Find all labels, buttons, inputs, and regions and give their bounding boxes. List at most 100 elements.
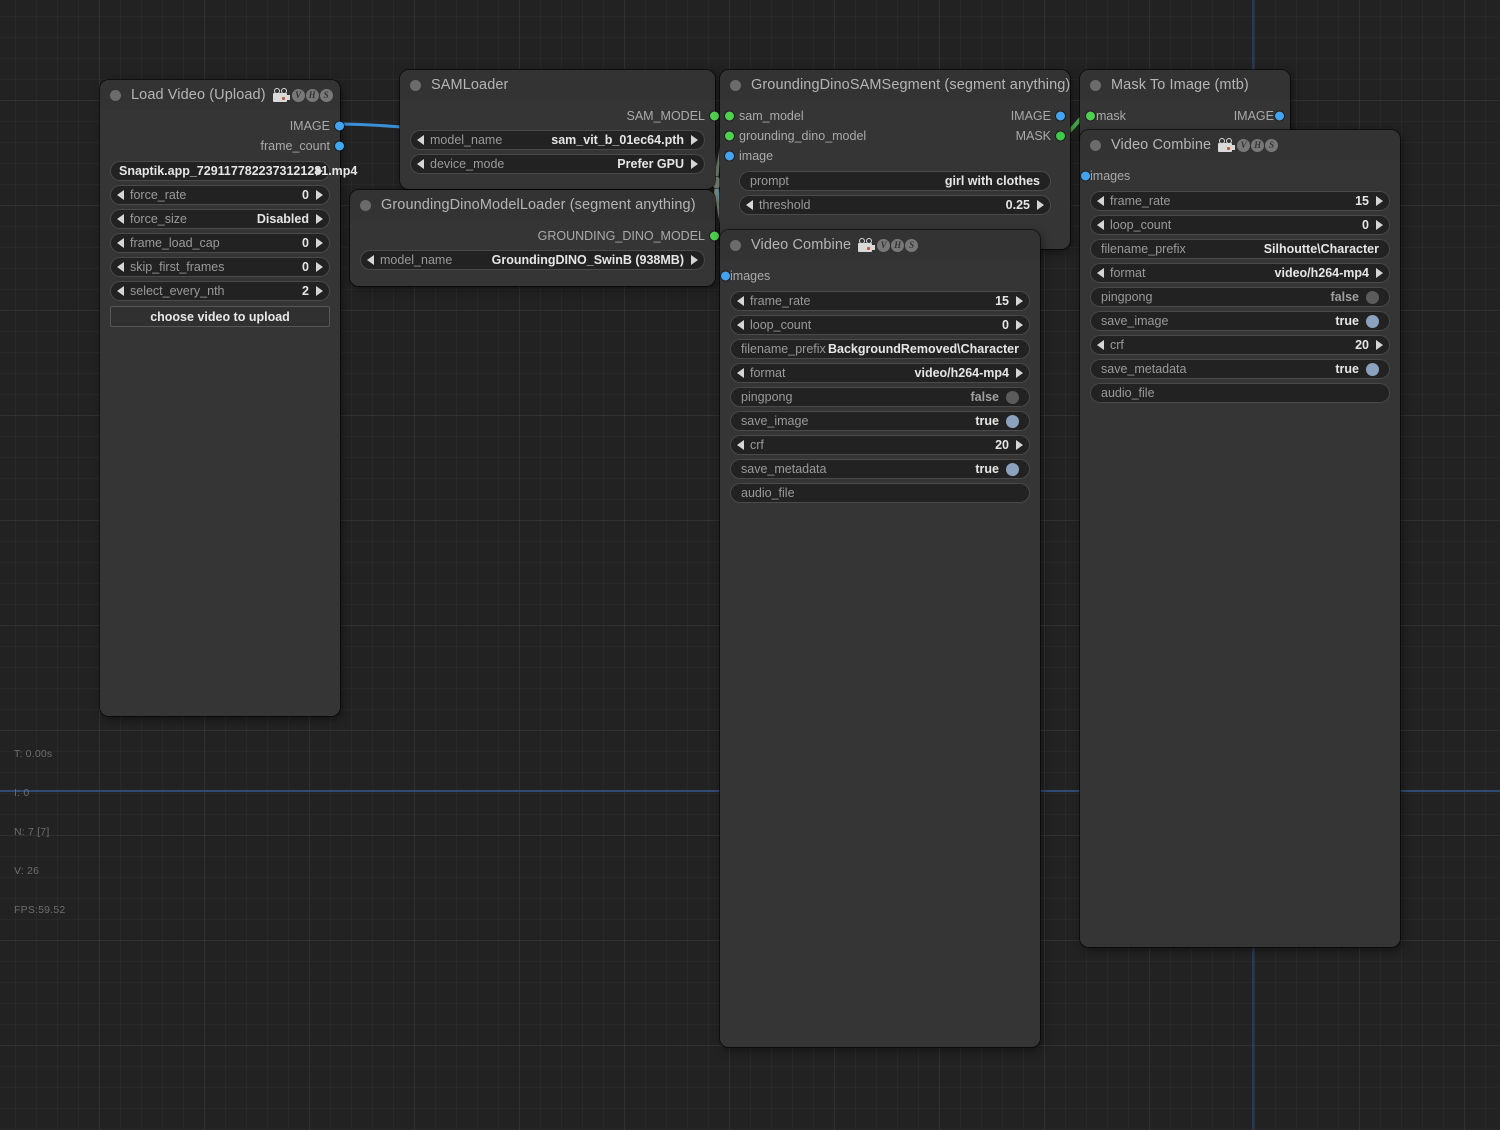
chevron-left-icon[interactable] bbox=[117, 190, 124, 200]
widget-crf[interactable]: crf 20 bbox=[730, 435, 1030, 455]
input-port-grounding-dino-model[interactable] bbox=[725, 132, 734, 141]
node-collapse-dot[interactable] bbox=[730, 240, 741, 251]
widget-save-metadata[interactable]: save_metadata true bbox=[1090, 359, 1390, 379]
chevron-right-icon[interactable] bbox=[1016, 320, 1023, 330]
node-video-combine-background-removed[interactable]: Video Combine V H S images frame_rate 15 bbox=[720, 230, 1040, 1047]
widget-format[interactable]: format video/h264-mp4 bbox=[1090, 263, 1390, 283]
node-title-bar-sam-loader[interactable]: SAMLoader bbox=[400, 70, 715, 100]
output-slot-sam-model[interactable]: SAM_MODEL bbox=[410, 106, 705, 126]
widget-skip-first-frames[interactable]: skip_first_frames 0 bbox=[110, 257, 330, 277]
output-port-image[interactable] bbox=[335, 122, 344, 131]
chevron-right-icon[interactable] bbox=[691, 135, 698, 145]
chevron-right-icon[interactable] bbox=[691, 159, 698, 169]
output-port-mask[interactable] bbox=[1056, 132, 1065, 141]
chevron-right-icon[interactable] bbox=[1016, 296, 1023, 306]
chevron-right-icon[interactable] bbox=[1016, 440, 1023, 450]
output-slot-image[interactable]: IMAGE bbox=[110, 116, 330, 136]
widget-select-every-nth[interactable]: select_every_nth 2 bbox=[110, 281, 330, 301]
widget-format[interactable]: format video/h264-mp4 bbox=[730, 363, 1030, 383]
node-title-bar-dino-loader[interactable]: GroundingDinoModelLoader (segment anythi… bbox=[350, 190, 715, 220]
node-sam-loader[interactable]: SAMLoader SAM_MODEL model_name sam_vit_b… bbox=[400, 70, 715, 189]
chevron-left-icon[interactable] bbox=[1097, 268, 1104, 278]
widget-force-rate[interactable]: force_rate 0 bbox=[110, 185, 330, 205]
widget-loop-count[interactable]: loop_count 0 bbox=[1090, 215, 1390, 235]
output-port-image[interactable] bbox=[1056, 112, 1065, 121]
output-port-image[interactable] bbox=[1275, 112, 1284, 121]
chevron-left-icon[interactable] bbox=[737, 296, 744, 306]
widget-audio-file[interactable]: audio_file bbox=[730, 483, 1030, 503]
chevron-right-icon[interactable] bbox=[1376, 340, 1383, 350]
input-port-images[interactable] bbox=[721, 272, 730, 281]
node-video-combine-silhouette[interactable]: Video Combine V H S images frame_rate 15 bbox=[1080, 130, 1400, 947]
output-port-sam-model[interactable] bbox=[710, 112, 719, 121]
node-collapse-dot[interactable] bbox=[360, 200, 371, 211]
toggle-icon-on[interactable] bbox=[1006, 415, 1019, 428]
chevron-left-icon[interactable] bbox=[737, 440, 744, 450]
chevron-right-icon[interactable] bbox=[1037, 200, 1044, 210]
node-collapse-dot[interactable] bbox=[110, 90, 121, 101]
widget-crf[interactable]: crf 20 bbox=[1090, 335, 1390, 355]
toggle-icon-on[interactable] bbox=[1006, 463, 1019, 476]
chevron-left-icon[interactable] bbox=[1097, 340, 1104, 350]
node-title-bar-video-combine-1[interactable]: Video Combine V H S bbox=[720, 230, 1040, 260]
chevron-left-icon[interactable] bbox=[417, 135, 424, 145]
toggle-icon-off[interactable] bbox=[1366, 291, 1379, 304]
chevron-right-icon[interactable] bbox=[316, 190, 323, 200]
chevron-right-icon[interactable] bbox=[316, 262, 323, 272]
chevron-right-icon[interactable] bbox=[691, 255, 698, 265]
node-title-bar-video-combine-2[interactable]: Video Combine V H S bbox=[1080, 130, 1400, 160]
output-port-frame-count[interactable] bbox=[335, 142, 344, 151]
chevron-right-icon[interactable] bbox=[1376, 196, 1383, 206]
widget-loop-count[interactable]: loop_count 0 bbox=[730, 315, 1030, 335]
toggle-icon-on[interactable] bbox=[1366, 315, 1379, 328]
node-title-bar-mask-to-image[interactable]: Mask To Image (mtb) bbox=[1080, 70, 1290, 100]
widget-save-metadata[interactable]: save_metadata true bbox=[730, 459, 1030, 479]
chevron-left-icon[interactable] bbox=[117, 262, 124, 272]
chevron-left-icon[interactable] bbox=[1097, 196, 1104, 206]
node-collapse-dot[interactable] bbox=[1090, 80, 1101, 91]
node-grounding-dino-model-loader[interactable]: GroundingDinoModelLoader (segment anythi… bbox=[350, 190, 715, 286]
node-load-video-upload[interactable]: Load Video (Upload) V H S IMAGE frame_co… bbox=[100, 80, 340, 716]
chevron-left-icon[interactable] bbox=[737, 320, 744, 330]
output-port-grounding-dino-model[interactable] bbox=[710, 232, 719, 241]
widget-filename-prefix[interactable]: filename_prefix Silhoutte\Character bbox=[1090, 239, 1390, 259]
chevron-left-icon[interactable] bbox=[117, 238, 124, 248]
choose-video-to-upload-button[interactable]: choose video to upload bbox=[110, 306, 330, 327]
widget-video-file[interactable]: Snaptik.app_7291177822373121281.mp4 bbox=[110, 161, 330, 181]
chevron-right-icon[interactable] bbox=[1376, 220, 1383, 230]
widget-frame-rate[interactable]: frame_rate 15 bbox=[1090, 191, 1390, 211]
node-title-bar-load-video[interactable]: Load Video (Upload) V H S bbox=[100, 80, 340, 110]
chevron-left-icon[interactable] bbox=[117, 286, 124, 296]
input-port-images[interactable] bbox=[1081, 172, 1090, 181]
chevron-right-icon[interactable] bbox=[316, 286, 323, 296]
widget-frame-rate[interactable]: frame_rate 15 bbox=[730, 291, 1030, 311]
node-graph-canvas[interactable]: Load Video (Upload) V H S IMAGE frame_co… bbox=[0, 0, 1500, 1130]
widget-threshold[interactable]: threshold 0.25 bbox=[739, 195, 1051, 215]
node-collapse-dot[interactable] bbox=[1090, 140, 1101, 151]
node-collapse-dot[interactable] bbox=[410, 80, 421, 91]
widget-prompt[interactable]: prompt girl with clothes bbox=[739, 171, 1051, 191]
toggle-icon-off[interactable] bbox=[1006, 391, 1019, 404]
chevron-left-icon[interactable] bbox=[367, 255, 374, 265]
chevron-left-icon[interactable] bbox=[746, 200, 753, 210]
widget-device-mode[interactable]: device_mode Prefer GPU bbox=[410, 154, 705, 174]
widget-force-size[interactable]: force_size Disabled bbox=[110, 209, 330, 229]
widget-frame-load-cap[interactable]: frame_load_cap 0 bbox=[110, 233, 330, 253]
chevron-left-icon[interactable] bbox=[1097, 220, 1104, 230]
widget-save-image[interactable]: save_image true bbox=[1090, 311, 1390, 331]
input-port-mask[interactable] bbox=[1086, 112, 1095, 121]
chevron-left-icon[interactable] bbox=[417, 159, 424, 169]
widget-pingpong[interactable]: pingpong false bbox=[730, 387, 1030, 407]
chevron-right-icon[interactable] bbox=[316, 214, 323, 224]
input-port-image[interactable] bbox=[725, 152, 734, 161]
toggle-icon-on[interactable] bbox=[1366, 363, 1379, 376]
chevron-right-icon[interactable] bbox=[1376, 268, 1383, 278]
node-title-bar-dino-sam-segment[interactable]: GroundingDinoSAMSegment (segment anythin… bbox=[720, 70, 1070, 100]
node-collapse-dot[interactable] bbox=[730, 80, 741, 91]
chevron-right-icon[interactable] bbox=[1016, 368, 1023, 378]
widget-pingpong[interactable]: pingpong false bbox=[1090, 287, 1390, 307]
output-slot-frame-count[interactable]: frame_count bbox=[110, 136, 330, 156]
output-slot-grounding-dino-model[interactable]: GROUNDING_DINO_MODEL bbox=[360, 226, 705, 246]
chevron-left-icon[interactable] bbox=[117, 214, 124, 224]
chevron-right-icon[interactable] bbox=[316, 238, 323, 248]
